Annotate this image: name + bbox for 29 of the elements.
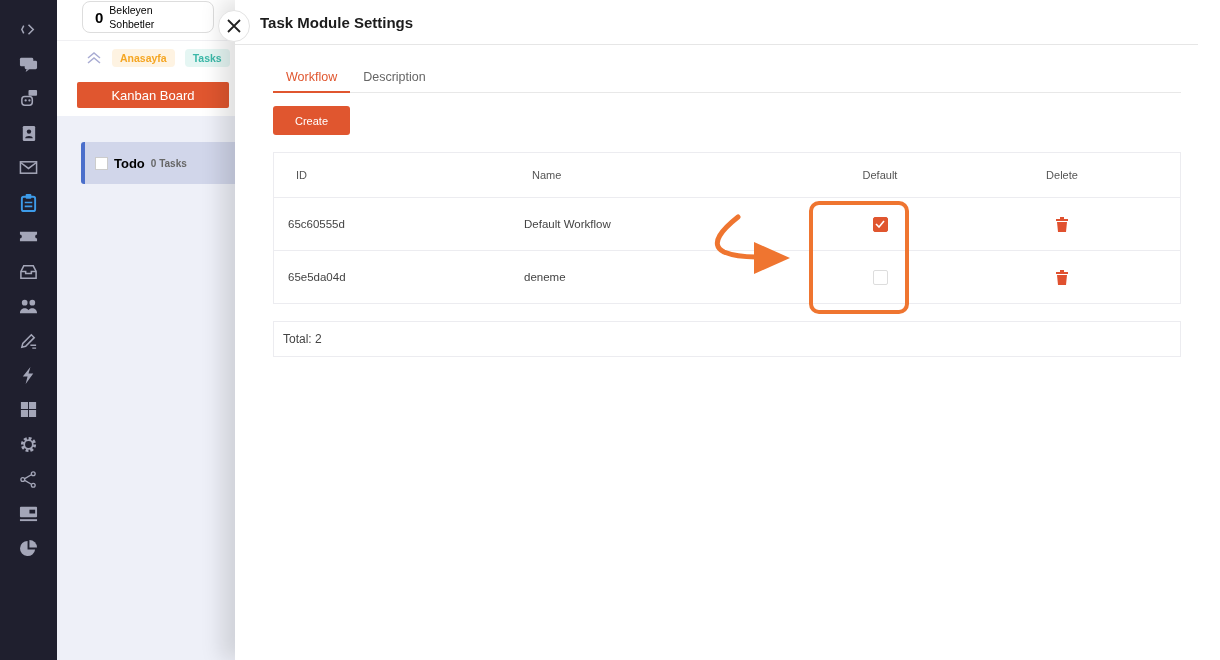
create-button[interactable]: Create — [273, 106, 350, 135]
kanban-board-button[interactable]: Kanban Board — [77, 82, 229, 108]
trash-icon[interactable] — [1056, 216, 1068, 232]
sidebar-pie-icon[interactable] — [19, 538, 38, 558]
breadcrumb-tag[interactable]: Tasks — [184, 48, 230, 67]
column-title: Todo — [114, 155, 145, 171]
tab[interactable]: Workflow — [273, 67, 351, 93]
tab[interactable]: Description — [350, 67, 439, 92]
total-count: Total: 2 — [273, 321, 1181, 357]
column-header: ID — [295, 169, 308, 181]
trash-icon[interactable] — [1056, 269, 1068, 285]
close-icon — [227, 19, 241, 33]
column-checkbox[interactable] — [95, 156, 108, 170]
task-count: 0 Tasks — [150, 157, 187, 169]
sidebar-share-icon[interactable] — [19, 469, 38, 489]
sidebar-card-icon[interactable] — [19, 504, 38, 524]
table-cell-text: 65c60555d — [287, 218, 346, 230]
sidebar-grid-icon[interactable] — [19, 400, 38, 420]
table-cell-text: 65e5da04d — [287, 271, 347, 283]
sidebar-settings-icon[interactable] — [19, 434, 38, 454]
sidebar-edit-icon[interactable] — [19, 331, 38, 351]
column-header: Delete — [1045, 169, 1079, 181]
sidebar-bot-icon[interactable] — [19, 89, 38, 108]
table-cell-text: deneme — [524, 271, 567, 283]
column-header: Name — [531, 169, 563, 181]
table-cell-text: Default Workflow — [524, 218, 612, 230]
sidebar-tasks-icon[interactable] — [19, 192, 38, 212]
default-checkbox[interactable] — [872, 216, 888, 232]
column-header: Default — [861, 169, 899, 181]
